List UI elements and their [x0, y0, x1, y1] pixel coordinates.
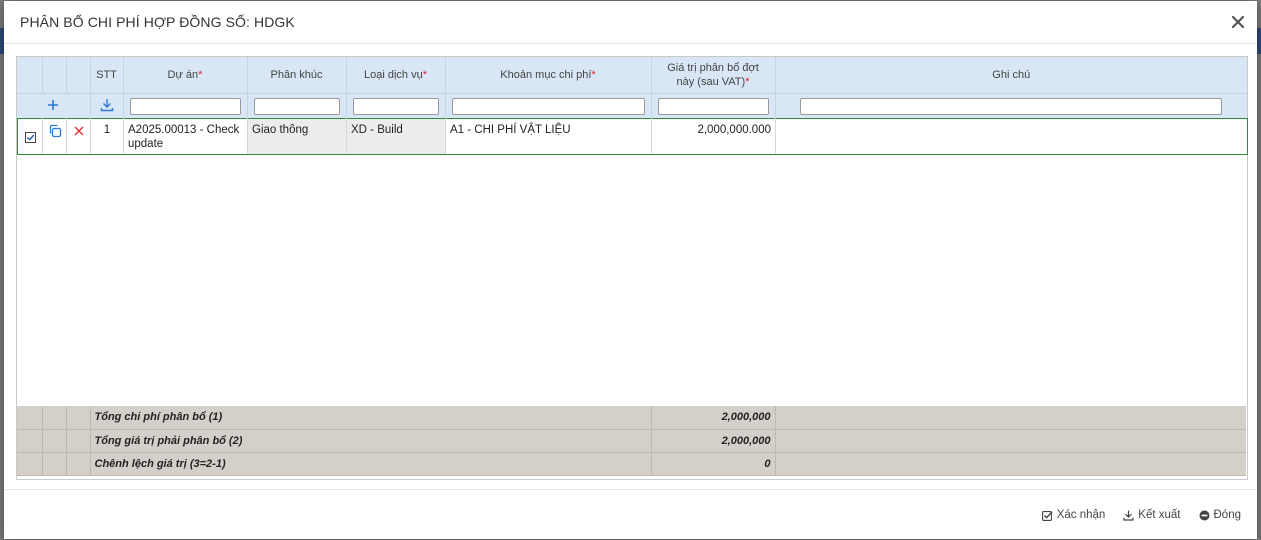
- check-square-icon: [1041, 510, 1053, 521]
- filter-khoan-muc-input[interactable]: [451, 97, 645, 115]
- download-icon[interactable]: [100, 98, 114, 112]
- confirm-button[interactable]: Xác nhận: [1041, 509, 1106, 521]
- cell-loai-dich-vu[interactable]: XD - Build: [346, 118, 446, 155]
- close-icon[interactable]: [1229, 13, 1247, 31]
- table-row[interactable]: 1 A2025.00013 - Check update Giao thông …: [17, 118, 1248, 155]
- summary-label: Chênh lệch giá trị (3=2-1): [90, 452, 652, 476]
- summary-row: Tổng chi phí phân bổ (1) 2,000,000: [17, 406, 1246, 430]
- backdrop-strip-right: [1257, 28, 1261, 54]
- close-label: Đóng: [1213, 509, 1242, 521]
- filter-loai-dich-vu-cell: [346, 93, 446, 119]
- minus-circle-icon: [1199, 510, 1210, 521]
- confirm-label: Xác nhận: [1056, 509, 1106, 521]
- delete-icon[interactable]: [74, 126, 84, 136]
- filter-phan-khuc-input[interactable]: [253, 97, 340, 115]
- filter-du-an-cell: [123, 93, 248, 119]
- add-row-cell: [17, 93, 91, 119]
- cell-du-an[interactable]: A2025.00013 - Check update: [123, 118, 248, 155]
- grid-header: STT Dự án* Phân khúc Loại dịch vụ* Khoản…: [17, 57, 1247, 119]
- header-du-an[interactable]: Dự án*: [123, 57, 248, 94]
- checkbox-checked-icon[interactable]: [24, 132, 36, 143]
- summary-value: 0: [651, 452, 776, 476]
- dialog-footer: Xác nhận Kết xuất Đóng: [4, 489, 1257, 540]
- summary-row: Chênh lệch giá trị (3=2-1) 0: [17, 452, 1246, 476]
- allocation-dialog: PHÂN BỔ CHI PHÍ HỢP ĐỒNG SỐ: HDGK STT Dự…: [4, 1, 1257, 539]
- header-select: [17, 57, 43, 94]
- filter-ghi-chu-input[interactable]: [800, 97, 1223, 115]
- cell-phan-khuc[interactable]: Giao thông: [247, 118, 347, 155]
- export-label: Kết xuất: [1138, 509, 1181, 521]
- download-icon: [1123, 510, 1134, 521]
- import-cell: [90, 93, 124, 119]
- header-delete: [66, 57, 91, 94]
- filter-gia-tri-cell: [651, 93, 776, 119]
- export-button[interactable]: Kết xuất: [1123, 509, 1181, 521]
- header-stt: STT: [90, 57, 124, 94]
- grid-summary: Tổng chi phí phân bổ (1) 2,000,000 Tổng …: [17, 406, 1246, 476]
- dialog-title: PHÂN BỔ CHI PHÍ HỢP ĐỒNG SỐ: HDGK: [20, 14, 295, 30]
- summary-value: 2,000,000: [651, 429, 776, 453]
- summary-label: Tổng chi phí phân bổ (1): [90, 406, 652, 430]
- filter-phan-khuc-cell: [247, 93, 347, 119]
- plus-icon[interactable]: [47, 99, 59, 111]
- header-khoan-muc[interactable]: Khoản mục chi phí*: [445, 57, 652, 94]
- grid-body: 1 A2025.00013 - Check update Giao thông …: [17, 118, 1248, 155]
- header-phan-khuc[interactable]: Phân khúc: [247, 57, 347, 94]
- close-button[interactable]: Đóng: [1199, 509, 1242, 521]
- cell-stt: 1: [90, 118, 124, 155]
- summary-value: 2,000,000: [651, 406, 776, 430]
- cell-gia-tri[interactable]: 2,000,000.000: [651, 118, 776, 155]
- filter-ghi-chu-cell: [775, 93, 1247, 119]
- cell-ghi-chu[interactable]: [775, 118, 1248, 155]
- cell-khoan-muc[interactable]: A1 - CHI PHÍ VẬT LIỆU: [445, 118, 652, 155]
- allocation-grid: STT Dự án* Phân khúc Loại dịch vụ* Khoản…: [16, 56, 1248, 480]
- copy-icon[interactable]: [48, 124, 62, 138]
- summary-label: Tổng giá trị phải phân bổ (2): [90, 429, 652, 453]
- row-delete-cell: [66, 118, 91, 155]
- filter-khoan-muc-cell: [445, 93, 652, 119]
- header-loai-dich-vu[interactable]: Loại dịch vụ*: [346, 57, 446, 94]
- row-copy-cell: [42, 118, 67, 155]
- header-gia-tri[interactable]: Giá trị phân bổ đợt này (sau VAT)*: [651, 57, 776, 94]
- header-copy: [42, 57, 67, 94]
- filter-gia-tri-input[interactable]: [657, 97, 769, 115]
- summary-row: Tổng giá trị phải phân bổ (2) 2,000,000: [17, 429, 1246, 453]
- filter-loai-dich-vu-input[interactable]: [352, 97, 439, 115]
- row-select-cell: [17, 118, 43, 155]
- filter-du-an-input[interactable]: [129, 97, 241, 115]
- dialog-header: PHÂN BỔ CHI PHÍ HỢP ĐỒNG SỐ: HDGK: [4, 1, 1257, 44]
- header-ghi-chu[interactable]: Ghi chú: [775, 57, 1247, 94]
